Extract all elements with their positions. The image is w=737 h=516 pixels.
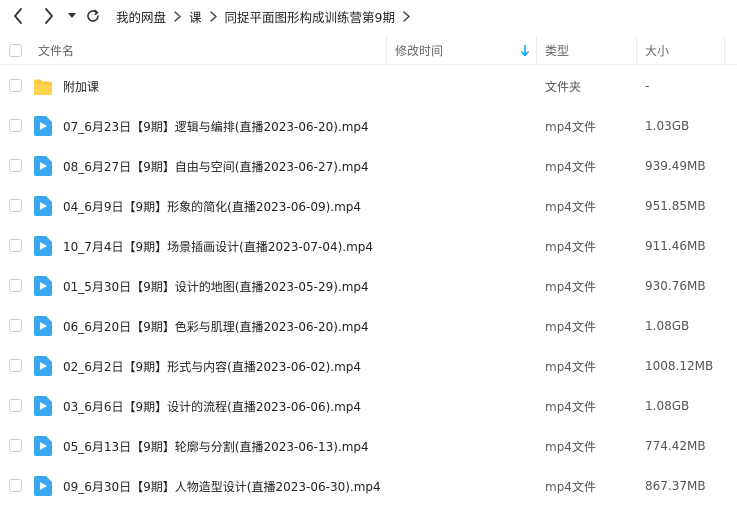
file-type: mp4文件	[545, 239, 596, 254]
video-file-icon	[34, 156, 52, 176]
caret-down-icon	[68, 13, 76, 18]
file-size: 939.49MB	[645, 159, 706, 173]
file-name[interactable]: 01_5月30日【9期】设计的地图(直播2023-05-29).mp4	[63, 266, 369, 306]
breadcrumb-item-course[interactable]: 课	[189, 7, 202, 26]
row-checkbox[interactable]	[9, 319, 22, 332]
file-size: 774.42MB	[645, 439, 706, 453]
file-size: 1.03GB	[645, 119, 690, 133]
row-checkbox[interactable]	[9, 159, 22, 172]
breadcrumb-separator-icon	[209, 10, 217, 22]
file-type: mp4文件	[545, 159, 596, 174]
video-file-icon	[34, 476, 52, 496]
video-file-icon	[34, 436, 52, 456]
column-divider[interactable]	[536, 36, 537, 64]
file-row[interactable]: 10_7月4日【9期】场景插画设计(直播2023-07-04).mp4 mp4文…	[0, 226, 737, 266]
row-checkbox[interactable]	[9, 439, 22, 452]
file-row[interactable]: 08_6月27日【9期】自由与空间(直播2023-06-27).mp4 mp4文…	[0, 146, 737, 186]
file-name[interactable]: 08_6月27日【9期】自由与空间(直播2023-06-27).mp4	[63, 146, 369, 186]
video-file-icon	[34, 276, 52, 296]
file-size: 951.85MB	[645, 199, 706, 213]
file-row[interactable]: 03_6月6日【9期】设计的流程(直播2023-06-06).mp4 mp4文件…	[0, 386, 737, 426]
row-checkbox[interactable]	[9, 119, 22, 132]
video-file-icon	[34, 196, 52, 216]
file-row[interactable]: 06_6月20日【9期】色彩与肌理(直播2023-06-20).mp4 mp4文…	[0, 306, 737, 346]
file-type: mp4文件	[545, 439, 596, 454]
row-checkbox[interactable]	[9, 199, 22, 212]
file-type: mp4文件	[545, 479, 596, 494]
column-header-modified[interactable]: 修改时间	[395, 36, 443, 64]
breadcrumb: 我的网盘 课 同捉平面图形构成训练营第9期	[116, 0, 418, 32]
chevron-right-icon	[45, 8, 53, 24]
file-name[interactable]: 06_6月20日【9期】色彩与肌理(直播2023-06-20).mp4	[63, 306, 369, 346]
file-name[interactable]: 02_6月2日【9期】形式与内容(直播2023-06-02).mp4	[63, 346, 361, 386]
row-checkbox[interactable]	[9, 359, 22, 372]
column-divider[interactable]	[386, 36, 387, 64]
video-file-icon	[34, 356, 52, 376]
column-divider[interactable]	[724, 36, 725, 64]
column-header-name[interactable]: 文件名	[38, 36, 74, 64]
breadcrumb-separator-icon	[403, 10, 410, 22]
file-name[interactable]: 07_6月23日【9期】逻辑与编排(直播2023-06-20).mp4	[63, 106, 369, 146]
file-type: mp4文件	[545, 399, 596, 414]
file-type: mp4文件	[545, 319, 596, 334]
file-name[interactable]: 10_7月4日【9期】场景插画设计(直播2023-07-04).mp4	[63, 226, 373, 266]
breadcrumb-separator-icon	[174, 10, 181, 22]
row-checkbox[interactable]	[9, 399, 22, 412]
navigation-bar: 我的网盘 课 同捉平面图形构成训练营第9期	[0, 0, 737, 32]
history-dropdown-button[interactable]	[66, 6, 78, 26]
row-checkbox[interactable]	[9, 479, 22, 492]
file-row[interactable]: 07_6月23日【9期】逻辑与编排(直播2023-06-20).mp4 mp4文…	[0, 106, 737, 146]
file-row[interactable]: 02_6月2日【9期】形式与内容(直播2023-06-02).mp4 mp4文件…	[0, 346, 737, 386]
video-file-icon	[34, 396, 52, 416]
file-type: 文件夹	[545, 79, 582, 94]
refresh-icon	[87, 9, 99, 22]
file-name[interactable]: 03_6月6日【9期】设计的流程(直播2023-06-06).mp4	[63, 386, 361, 426]
video-file-icon	[34, 116, 52, 136]
file-row[interactable]: 04_6月9日【9期】形象的简化(直播2023-06-09).mp4 mp4文件…	[0, 186, 737, 226]
row-checkbox[interactable]	[9, 79, 22, 92]
file-row[interactable]: 09_6月30日【9期】人物造型设计(直播2023-06-30).mp4 mp4…	[0, 466, 737, 506]
row-checkbox[interactable]	[9, 239, 22, 252]
file-name[interactable]: 04_6月9日【9期】形象的简化(直播2023-06-09).mp4	[63, 186, 361, 226]
folder-row[interactable]: 附加课 文件夹 -	[0, 66, 737, 106]
file-name[interactable]: 附加课	[63, 66, 99, 106]
file-size: -	[645, 79, 650, 93]
file-size: 1.08GB	[645, 399, 690, 413]
video-file-icon	[34, 316, 52, 336]
forward-button[interactable]	[40, 6, 58, 26]
file-size: 1008.12MB	[645, 359, 714, 373]
file-list-header: 文件名 修改时间 类型 大小	[0, 36, 737, 65]
breadcrumb-item-current[interactable]: 同捉平面图形构成训练营第9期	[225, 7, 395, 26]
file-size: 1.08GB	[645, 319, 690, 333]
breadcrumb-item-root[interactable]: 我的网盘	[116, 7, 166, 26]
refresh-button[interactable]	[85, 6, 101, 26]
file-type: mp4文件	[545, 119, 596, 134]
select-all-checkbox[interactable]	[9, 44, 22, 57]
file-size: 867.37MB	[645, 479, 706, 493]
file-size: 930.76MB	[645, 279, 706, 293]
file-type: mp4文件	[545, 199, 596, 214]
video-file-icon	[34, 236, 52, 256]
chevron-left-icon	[14, 8, 22, 24]
back-button[interactable]	[9, 6, 27, 26]
folder-icon	[34, 79, 52, 95]
sort-descending-icon[interactable]	[520, 44, 530, 57]
column-header-type[interactable]: 类型	[545, 36, 569, 64]
file-size: 911.46MB	[645, 239, 706, 253]
file-row[interactable]: 05_6月13日【9期】轮廓与分割(直播2023-06-13).mp4 mp4文…	[0, 426, 737, 466]
column-header-size[interactable]: 大小	[645, 36, 669, 64]
file-list: 附加课 文件夹 - 07_6月23日【9期】逻辑与编排(直播2023-06-20…	[0, 66, 737, 506]
file-type: mp4文件	[545, 359, 596, 374]
row-checkbox[interactable]	[9, 279, 22, 292]
column-divider[interactable]	[636, 36, 637, 64]
file-row[interactable]: 01_5月30日【9期】设计的地图(直播2023-05-29).mp4 mp4文…	[0, 266, 737, 306]
file-type: mp4文件	[545, 279, 596, 294]
file-name[interactable]: 09_6月30日【9期】人物造型设计(直播2023-06-30).mp4	[63, 466, 381, 506]
file-name[interactable]: 05_6月13日【9期】轮廓与分割(直播2023-06-13).mp4	[63, 426, 369, 466]
